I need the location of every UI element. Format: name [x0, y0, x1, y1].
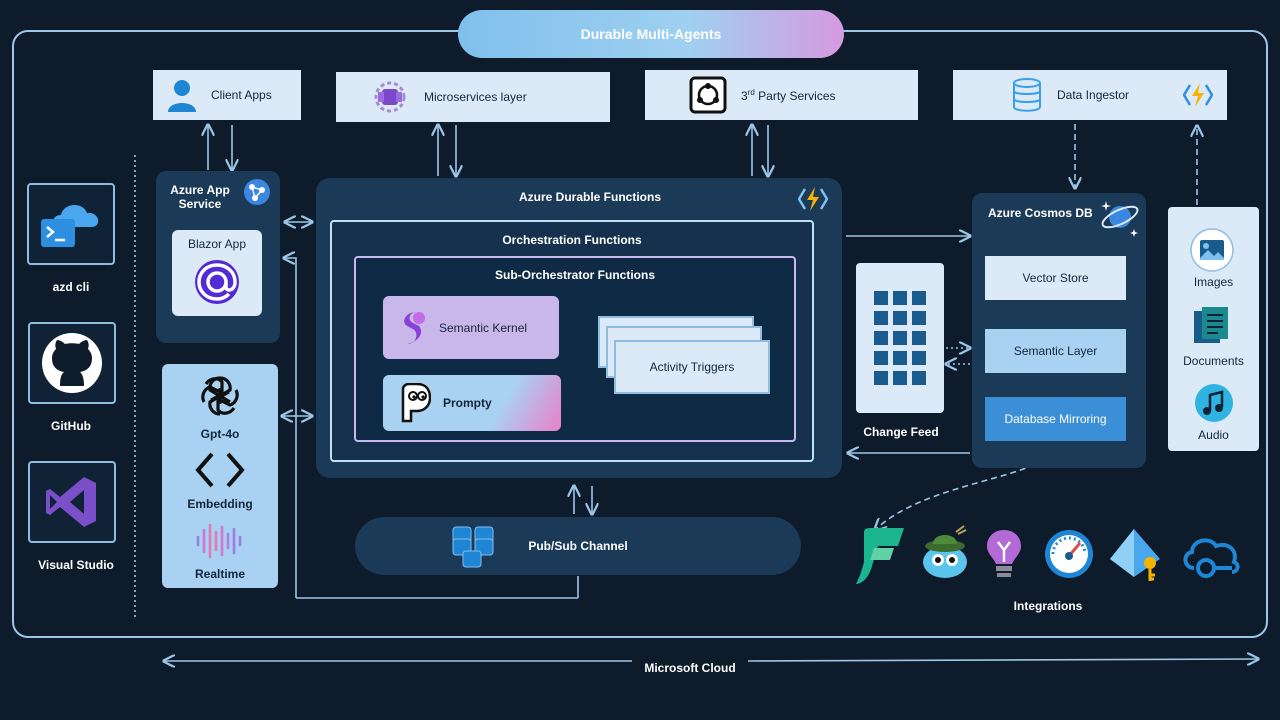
- vector-store-label: Vector Store: [1022, 271, 1089, 285]
- prompty-icon: [401, 383, 431, 423]
- github-icon: [42, 333, 102, 393]
- visual-studio-icon: [46, 477, 96, 527]
- documents-icon: [1194, 307, 1228, 343]
- database-mirroring-label: Database Mirroring: [1004, 412, 1107, 426]
- azure-functions-icon: [798, 187, 828, 211]
- activity-triggers-label: Activity Triggers: [649, 360, 735, 374]
- speedometer-icon: [1045, 530, 1093, 578]
- github-tile[interactable]: [28, 322, 116, 404]
- semantic-layer-label: Semantic Layer: [1013, 344, 1098, 358]
- durable-functions-title: Azure Durable Functions: [518, 190, 661, 204]
- key-vault-pyramid-icon: [1110, 529, 1160, 581]
- client-apps-label: Client Apps: [211, 88, 272, 102]
- visual-studio-tile[interactable]: [28, 461, 116, 543]
- page-title: Durable Multi-Agents: [458, 10, 844, 58]
- app-service-title: Azure App Service: [170, 183, 230, 211]
- github-label: GitHub: [51, 419, 91, 433]
- azd-cli-label: azd cli: [52, 280, 90, 294]
- third-party-services-box[interactable]: 3rd Party Services: [645, 70, 918, 120]
- models-panel: Gpt-4o Embedding Realtime: [162, 364, 278, 588]
- sub-orchestrator-box[interactable]: Sub-Orchestrator Functions Semantic Kern…: [354, 256, 796, 442]
- cosmos-db-icon: [1101, 201, 1139, 237]
- change-feed-label: Change Feed: [863, 425, 939, 439]
- data-ingestor-label: Data Ingestor: [1057, 88, 1130, 102]
- cosmos-db-title: Azure Cosmos DB: [988, 206, 1093, 220]
- blazor-icon: [195, 260, 239, 304]
- images-label: Images: [1193, 275, 1234, 289]
- app-service-panel[interactable]: Azure App Service Blazor App: [156, 171, 280, 343]
- sub-orchestrator-label: Sub-Orchestrator Functions: [494, 268, 655, 282]
- vector-store-box[interactable]: Vector Store: [985, 256, 1126, 300]
- prompty-label: Prompty: [443, 396, 492, 410]
- embedding-label: Embedding: [187, 497, 253, 511]
- microservices-box[interactable]: Microservices layer: [336, 72, 610, 122]
- third-party-label: 3rd Party Services: [741, 87, 836, 103]
- openai-icon: [201, 376, 239, 416]
- change-feed-grid-icon: [874, 291, 926, 385]
- blazor-app-label: Blazor App: [187, 237, 247, 251]
- database-mirroring-box[interactable]: Database Mirroring: [985, 397, 1126, 441]
- database-icon: [1013, 78, 1041, 112]
- azd-cli-icon: [41, 204, 99, 247]
- user-icon: [168, 80, 196, 112]
- semantic-kernel-label: Semantic Kernel: [439, 320, 528, 335]
- semantic-layer-box[interactable]: Semantic Layer: [985, 329, 1126, 373]
- prompty-card[interactable]: Prompty: [383, 375, 561, 431]
- client-apps-box[interactable]: Client Apps: [153, 70, 301, 120]
- pubsub-label: Pub/Sub Channel: [528, 539, 628, 553]
- change-feed-box[interactable]: [856, 263, 944, 413]
- microservices-label: Microservices layer: [424, 90, 527, 104]
- azd-cli-tile[interactable]: [27, 183, 115, 265]
- data-ingestor-box[interactable]: Data Ingestor: [953, 70, 1227, 120]
- azure-functions-icon: [1183, 83, 1214, 107]
- media-panel: Images Documents Audio: [1168, 207, 1259, 451]
- realtime-label: Realtime: [194, 567, 246, 581]
- pubsub-icon: [452, 526, 494, 568]
- app-service-icon: [244, 179, 270, 205]
- images-icon: [1190, 228, 1234, 272]
- pubsub-channel[interactable]: Pub/Sub Channel: [355, 517, 801, 575]
- durable-functions-panel[interactable]: Azure Durable Functions Orchestration Fu…: [316, 178, 842, 478]
- audio-label: Audio: [1198, 428, 1229, 442]
- fabric-icon: [856, 528, 904, 584]
- api-management-icon: [374, 81, 406, 113]
- cosmos-db-panel[interactable]: Azure Cosmos DB Vector Store Semantic La…: [972, 193, 1146, 468]
- audio-waveform-icon: [196, 523, 242, 559]
- openai-connector-icon: [689, 76, 727, 114]
- visual-studio-label: Visual Studio: [38, 558, 114, 572]
- lightbulb-icon: [987, 530, 1021, 577]
- microsoft-cloud-label: Microsoft Cloud: [644, 661, 736, 675]
- cloud-sync-icon: [1183, 538, 1240, 578]
- blazor-app-card[interactable]: Blazor App: [172, 230, 262, 316]
- code-icon: [195, 452, 245, 488]
- documents-label: Documents: [1183, 354, 1244, 368]
- semantic-kernel-icon: [404, 311, 425, 344]
- gpt-label: Gpt-4o: [200, 427, 240, 441]
- orchestration-functions-box[interactable]: Orchestration Functions Sub-Orchestrator…: [330, 220, 814, 462]
- semantic-kernel-card[interactable]: Semantic Kernel: [383, 296, 559, 359]
- ai-agent-mascot-icon: [923, 525, 967, 578]
- orchestration-functions-label: Orchestration Functions: [502, 233, 642, 247]
- audio-icon: [1195, 384, 1233, 422]
- integrations-label: Integrations: [1013, 599, 1083, 613]
- activity-triggers-card[interactable]: Activity Triggers: [614, 340, 770, 394]
